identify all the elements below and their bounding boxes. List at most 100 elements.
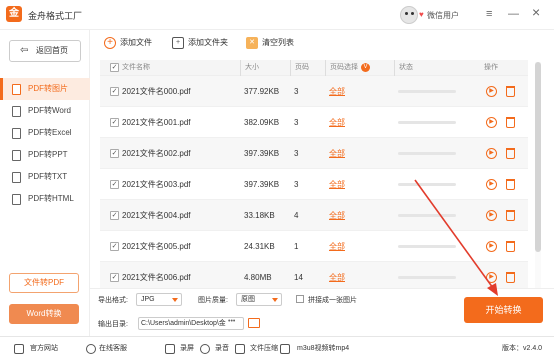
progress-bar [398,276,456,279]
trash-icon[interactable] [506,272,515,283]
table-row[interactable]: ✓ 2021文件名001.pdf 382.09KB 3 全部 ▶ [100,107,528,138]
output-dir-label: 输出目录: [98,321,128,328]
export-format-value: JPG [141,296,155,303]
start-convert-button[interactable]: 开始转换 [464,297,543,323]
eraser-icon: ✕ [246,37,258,49]
row-checkbox[interactable]: ✓ [110,149,119,158]
add-folder-button[interactable]: + 添加文件夹 [172,35,228,51]
page-select-link[interactable]: 全部 [329,169,345,200]
minimize-button[interactable]: — [508,8,519,20]
play-icon[interactable]: ▶ [486,86,497,97]
header-status: 状态 [394,60,413,76]
sidebar-item-label: PDF转PPT [28,150,68,159]
chevron-down-icon [172,298,178,302]
file-pages: 3 [294,149,299,158]
sidebar-item-label: PDF转Word [28,106,71,115]
merge-images-checkbox[interactable] [296,295,304,303]
sidebar-item-pdf-to-html[interactable]: PDF转HTML [0,188,90,210]
progress-bar [398,245,456,248]
document-icon [12,84,21,95]
scrollbar[interactable] [535,62,541,288]
chevron-down-icon[interactable]: V [361,62,370,72]
trash-icon[interactable] [506,86,515,97]
sidebar-item-pdf-to-word[interactable]: PDF转Word [0,100,90,122]
select-all-checkbox[interactable]: ✓ [110,63,119,72]
table-row[interactable]: ✓ 2021文件名003.pdf 397.39KB 3 全部 ▶ [100,169,528,200]
file-name: 2021文件名005.pdf [122,242,191,251]
page-select-link[interactable]: 全部 [329,200,345,231]
sidebar-item-pdf-to-txt[interactable]: PDF转TXT [0,166,90,188]
sidebar-item-label: PDF转TXT [28,172,68,181]
trash-icon[interactable] [506,210,515,221]
page-select-link[interactable]: 全部 [329,231,345,262]
progress-bar [398,152,456,155]
play-icon[interactable]: ▶ [486,179,497,190]
scrollbar-thumb[interactable] [535,62,541,252]
close-button[interactable]: × [532,5,540,19]
row-checkbox[interactable]: ✓ [110,118,119,127]
row-checkbox[interactable]: ✓ [110,242,119,251]
app-logo-icon: 金 [6,6,22,22]
row-checkbox[interactable]: ✓ [110,180,119,189]
row-checkbox[interactable]: ✓ [110,273,119,282]
heart-icon: ♥ [419,10,424,19]
file-name: 2021文件名000.pdf [122,87,191,96]
file-to-pdf-button[interactable]: 文件转PDF [9,273,79,293]
table-row[interactable]: ✓ 2021文件名004.pdf 33.18KB 4 全部 ▶ [100,200,528,231]
microphone-icon [200,344,210,354]
file-pages: 3 [294,118,299,127]
trash-icon[interactable] [506,117,515,128]
play-icon[interactable]: ▶ [486,117,497,128]
trash-icon[interactable] [506,179,515,190]
export-format-select[interactable]: JPG [136,293,182,306]
online-support-link[interactable]: 在线客服 [99,337,127,360]
export-format-label: 导出格式: [98,297,128,304]
file-name: 2021文件名001.pdf [122,118,191,127]
clear-list-button[interactable]: ✕ 清空列表 [246,35,294,51]
page-select-link[interactable]: 全部 [329,76,345,107]
play-icon[interactable]: ▶ [486,210,497,221]
back-arrow-icon: ⇦ [20,45,29,56]
record-screen-link[interactable]: 录屏 [180,337,194,360]
sidebar-item-pdf-to-excel[interactable]: PDF转Excel [0,122,90,144]
play-icon[interactable]: ▶ [486,148,497,159]
row-checkbox[interactable]: ✓ [110,211,119,220]
official-website-link[interactable]: 官方网站 [30,337,58,360]
merge-images-label: 拼接成一张图片 [308,297,357,304]
file-size: 397.39KB [244,149,280,158]
add-folder-label: 添加文件夹 [188,38,228,47]
image-quality-select[interactable]: 原图 [236,293,282,306]
file-size: 382.09KB [244,118,280,127]
add-file-button[interactable]: + 添加文件 [104,35,152,51]
user-avatar[interactable] [400,6,418,24]
progress-bar [398,121,456,124]
play-icon[interactable]: ▶ [486,241,497,252]
back-home-button[interactable]: ⇦ 返回首页 [9,40,81,62]
sidebar-item-pdf-to-ppt[interactable]: PDF转PPT [0,144,90,166]
play-icon[interactable]: ▶ [486,272,497,283]
open-folder-icon[interactable] [248,318,260,328]
status-bar: 官方网站 在线客服 录屏 录音 文件压缩 m3u8视频转mp4 版本：v2.4.… [0,336,554,360]
record-audio-link[interactable]: 录音 [215,337,229,360]
page-select-link[interactable]: 全部 [329,138,345,169]
table-row[interactable]: ✓ 2021文件名005.pdf 24.31KB 1 全部 ▶ [100,231,528,262]
file-size: 33.18KB [244,211,275,220]
document-icon [12,128,21,139]
page-select-link[interactable]: 全部 [329,107,345,138]
word-convert-button[interactable]: Word转换 [9,304,79,324]
table-row[interactable]: ✓ 2021文件名002.pdf 397.39KB 3 全部 ▶ [100,138,528,169]
trash-icon[interactable] [506,148,515,159]
add-file-label: 添加文件 [120,38,152,47]
file-size: 24.31KB [244,242,275,251]
user-name[interactable]: 微信用户 [427,10,459,21]
menu-icon[interactable]: ≡ [486,8,492,20]
file-size: 397.39KB [244,180,280,189]
header-page-select: 页码选择 V [325,60,370,76]
trash-icon[interactable] [506,241,515,252]
file-compress-link[interactable]: 文件压缩 [250,337,278,360]
table-row[interactable]: ✓ 2021文件名000.pdf 377.92KB 3 全部 ▶ [100,76,528,107]
sidebar-item-pdf-to-image[interactable]: PDF转图片 [0,78,90,100]
row-checkbox[interactable]: ✓ [110,87,119,96]
browse-more-button[interactable]: ••• [228,318,235,325]
m3u8-convert-link[interactable]: m3u8视频转mp4 [297,337,349,360]
